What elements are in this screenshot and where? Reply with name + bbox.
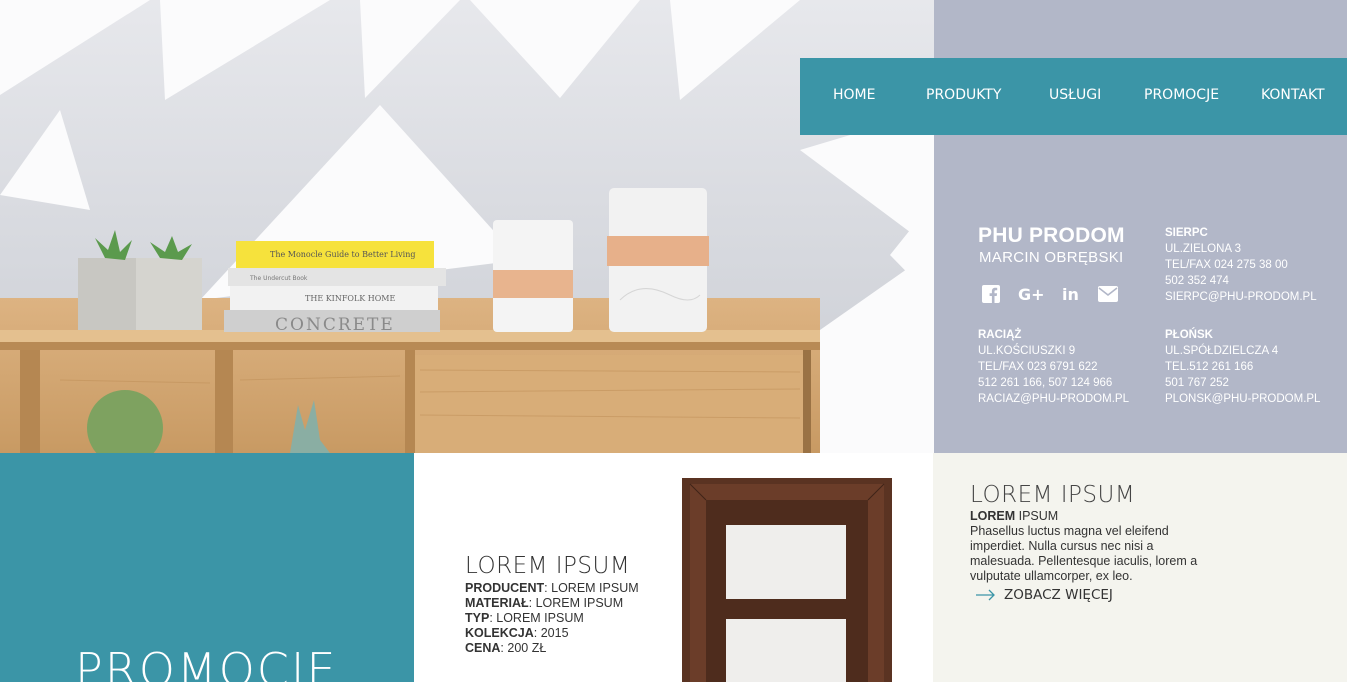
office-city: RACIĄŻ bbox=[978, 329, 1022, 341]
spec-row: MATERIAŁ: LOREM IPSUM bbox=[465, 596, 623, 611]
svg-text:in: in bbox=[1062, 285, 1079, 303]
main-nav: HOME PRODUKTY USŁUGI PROMOCJE KONTAKT bbox=[800, 58, 1347, 135]
nav-promocje[interactable]: PROMOCJE bbox=[1144, 87, 1219, 103]
office-phone: 502 352 474 bbox=[1165, 275, 1229, 287]
info-subtitle: LOREM IPSUM bbox=[970, 509, 1058, 523]
spec-value: : LOREM IPSUM bbox=[489, 611, 584, 625]
office-plonsk: PŁOŃSK UL.SPÓŁDZIELCZA 4 TEL.512 261 166… bbox=[1165, 327, 1320, 407]
plant-pot bbox=[78, 258, 136, 330]
office-address: UL.ZIELONA 3 bbox=[1165, 243, 1242, 255]
spec-row: TYP: LOREM IPSUM bbox=[465, 611, 584, 626]
svg-text:THE KINFOLK HOME: THE KINFOLK HOME bbox=[305, 294, 396, 303]
svg-text:The Undercut Book: The Undercut Book bbox=[249, 275, 308, 282]
office-email[interactable]: PLONSK@PHU-PRODOM.PL bbox=[1165, 391, 1320, 407]
nav-kontakt[interactable]: KONTAKT bbox=[1261, 87, 1325, 103]
info-title: LOREM IPSUM bbox=[970, 482, 1136, 508]
office-sierpc: SIERPC UL.ZIELONA 3 TEL/FAX 024 275 38 0… bbox=[1165, 225, 1317, 305]
info-subtitle-bold: LOREM bbox=[970, 509, 1016, 523]
company-name: PHU PRODOM bbox=[978, 224, 1125, 247]
office-phone: TEL/FAX 023 6791 622 bbox=[978, 361, 1098, 373]
arrow-right-icon bbox=[976, 589, 995, 601]
spec-key: MATERIAŁ bbox=[465, 596, 529, 610]
office-address: UL.KOŚCIUSZKI 9 bbox=[978, 345, 1076, 357]
promo-block[interactable]: PROMOCJE bbox=[0, 453, 414, 682]
office-address: UL.SPÓŁDZIELCZA 4 bbox=[1165, 345, 1279, 357]
spec-key: KOLEKCJA bbox=[465, 626, 534, 640]
spec-key: TYP bbox=[465, 611, 490, 625]
door-image bbox=[682, 478, 892, 682]
office-city: SIERPC bbox=[1165, 227, 1208, 239]
spec-row: KOLEKCJA: 2015 bbox=[465, 626, 569, 641]
spec-row: CENA: 200 ZŁ bbox=[465, 641, 546, 656]
nav-home[interactable]: HOME bbox=[833, 87, 875, 103]
office-phone: TEL/FAX 024 275 38 00 bbox=[1165, 259, 1288, 271]
nav-produkty[interactable]: PRODUKTY bbox=[926, 87, 1001, 103]
google-plus-icon[interactable]: G+ bbox=[1017, 284, 1045, 304]
linkedin-icon[interactable]: in bbox=[1060, 284, 1082, 304]
office-raciaz: RACIĄŻ UL.KOŚCIUSZKI 9 TEL/FAX 023 6791 … bbox=[978, 327, 1129, 407]
office-phone: 512 261 166, 507 124 966 bbox=[978, 377, 1113, 389]
office-city: PŁOŃSK bbox=[1165, 329, 1213, 341]
facebook-icon[interactable] bbox=[980, 284, 1002, 304]
svg-text:G+: G+ bbox=[1018, 285, 1044, 303]
spec-value: : 2015 bbox=[533, 626, 569, 640]
spec-key: PRODUCENT bbox=[465, 581, 545, 595]
svg-text:CONCRETE: CONCRETE bbox=[275, 315, 395, 335]
social-links: G+ in bbox=[980, 284, 1119, 304]
office-phone: 501 767 252 bbox=[1165, 377, 1229, 389]
see-more-link[interactable]: ZOBACZ WIĘCEJ bbox=[976, 587, 1113, 603]
office-email[interactable]: SIERPC@PHU-PRODOM.PL bbox=[1165, 289, 1317, 305]
spec-key: CENA bbox=[465, 641, 501, 655]
spec-value: : LOREM IPSUM bbox=[544, 581, 639, 595]
info-text: Phasellus luctus magna vel eleifend impe… bbox=[970, 524, 1198, 583]
svg-text:The Monocle Guide to Better Li: The Monocle Guide to Better Living bbox=[270, 250, 416, 259]
see-more-label: ZOBACZ WIĘCEJ bbox=[1004, 587, 1113, 603]
promo-title: PROMOCJE bbox=[75, 643, 338, 682]
spec-row: PRODUCENT: LOREM IPSUM bbox=[465, 581, 639, 596]
hero-illustration: The Monocle Guide to Better Living The U… bbox=[0, 0, 934, 453]
company-owner: MARCIN OBRĘBSKI bbox=[979, 249, 1124, 266]
office-email[interactable]: RACIAZ@PHU-PRODOM.PL bbox=[978, 391, 1129, 407]
nav-uslugi[interactable]: USŁUGI bbox=[1049, 87, 1101, 103]
info-subtitle-rest: IPSUM bbox=[1015, 509, 1059, 523]
hero-image: The Monocle Guide to Better Living The U… bbox=[0, 0, 934, 453]
spec-value: : 200 ZŁ bbox=[500, 641, 547, 655]
office-phone: TEL.512 261 166 bbox=[1165, 361, 1254, 373]
email-icon[interactable] bbox=[1097, 284, 1119, 304]
product-title: LOREM IPSUM bbox=[465, 553, 631, 579]
spec-value: : LOREM IPSUM bbox=[528, 596, 624, 610]
